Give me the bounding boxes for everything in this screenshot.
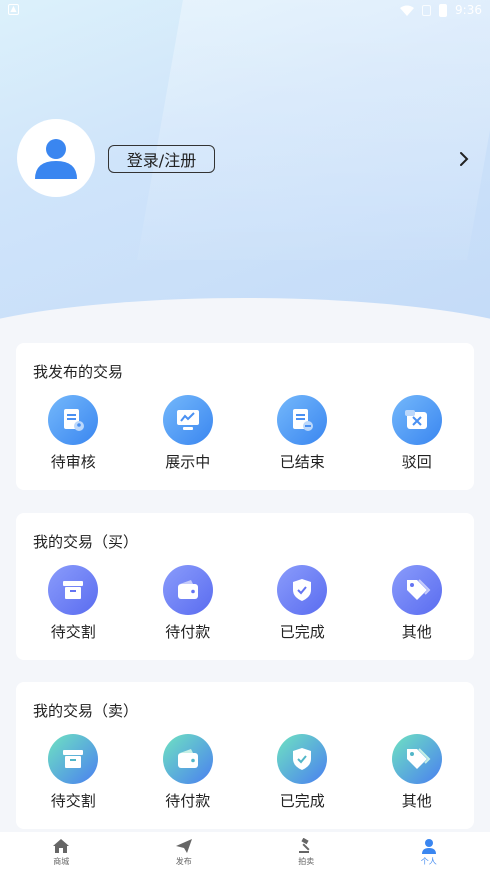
item-label: 其他 <box>401 623 432 641</box>
tab-mall[interactable]: 商城 <box>0 832 123 872</box>
send-icon <box>175 838 192 853</box>
status-bar: ▲ 9:36 <box>0 0 490 22</box>
home-icon <box>53 838 70 853</box>
monitor-chart-icon <box>162 395 213 445</box>
wallet-icon <box>162 565 213 615</box>
item-pending-payment[interactable]: 待付款 <box>131 565 246 642</box>
item-label: 展示中 <box>165 453 211 471</box>
item-pending-review[interactable]: 待审核 <box>16 395 131 472</box>
item-label: 待付款 <box>165 792 211 810</box>
item-label: 驳回 <box>401 453 432 471</box>
tag-icon <box>391 565 442 615</box>
item-label: 已完成 <box>279 792 325 810</box>
tab-label: 发布 <box>175 856 192 866</box>
item-other[interactable]: 其他 <box>360 734 475 811</box>
battery-icon <box>439 3 448 17</box>
tag-icon <box>391 734 442 784</box>
tab-label: 商城 <box>53 856 70 866</box>
user-avatar-icon <box>35 139 77 179</box>
archive-box-icon <box>48 565 99 615</box>
buy-trades-card: 我的交易（买） 待交割 待付款 已完成 其他 <box>16 513 474 660</box>
published-trades-card: 我发布的交易 待审核 展示中 已结束 驳回 <box>16 343 474 490</box>
item-pending-delivery[interactable]: 待交割 <box>16 565 131 642</box>
section-title: 我发布的交易 <box>33 363 124 381</box>
tab-personal[interactable]: 个人 <box>368 832 490 872</box>
tab-publish[interactable]: 发布 <box>123 832 246 872</box>
item-label: 待付款 <box>165 623 211 641</box>
wallet-icon <box>162 734 213 784</box>
item-label: 已完成 <box>279 623 325 641</box>
archive-box-icon <box>48 734 99 784</box>
item-label: 待审核 <box>50 453 96 471</box>
item-pending-delivery[interactable]: 待交割 <box>16 734 131 811</box>
item-rejected[interactable]: 驳回 <box>360 395 475 472</box>
item-label: 待交割 <box>50 623 96 641</box>
item-pending-payment[interactable]: 待付款 <box>131 734 246 811</box>
tab-auction[interactable]: 拍卖 <box>245 832 368 872</box>
item-label: 待交割 <box>50 792 96 810</box>
tab-label: 个人 <box>420 856 437 866</box>
section-title: 我的交易（买） <box>33 533 139 551</box>
status-time: 9:36 <box>455 3 482 17</box>
tab-label: 拍卖 <box>298 856 315 866</box>
bottom-tabbar: 商城 发布 拍卖 个人 <box>0 832 490 872</box>
item-label: 已结束 <box>279 453 325 471</box>
item-other[interactable]: 其他 <box>360 565 475 642</box>
login-register-button[interactable]: 登录/注册 <box>108 145 215 173</box>
gavel-icon <box>299 837 310 853</box>
avatar[interactable] <box>17 119 95 197</box>
document-minus-icon <box>277 395 328 445</box>
section-title: 我的交易（卖） <box>33 702 139 720</box>
header-curve <box>0 298 490 330</box>
item-ended[interactable]: 已结束 <box>245 395 360 472</box>
wifi-icon <box>400 5 415 16</box>
item-completed[interactable]: 已完成 <box>245 734 360 811</box>
chevron-right-icon[interactable] <box>456 150 472 168</box>
item-label: 其他 <box>401 792 432 810</box>
shield-check-icon <box>277 734 328 784</box>
sell-trades-card: 我的交易（卖） 待交割 待付款 已完成 其他 <box>16 682 474 829</box>
item-displaying[interactable]: 展示中 <box>131 395 246 472</box>
person-icon <box>421 838 436 854</box>
shield-check-icon <box>277 565 328 615</box>
reject-box-icon <box>391 395 442 445</box>
document-review-icon <box>48 395 99 445</box>
notification-icon: ▲ <box>8 4 19 15</box>
item-completed[interactable]: 已完成 <box>245 565 360 642</box>
sim-icon <box>422 4 432 16</box>
